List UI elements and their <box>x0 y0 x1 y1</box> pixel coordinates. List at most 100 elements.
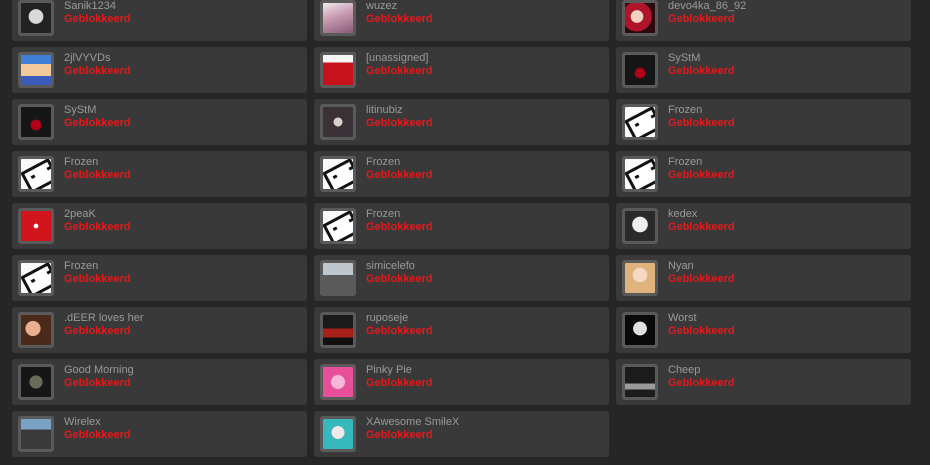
friend-card[interactable]: Frozen Geblokkeerd <box>616 99 911 145</box>
friend-name: Frozen <box>64 156 99 168</box>
friend-name: Cheep <box>668 364 701 376</box>
anime-girl-avatar <box>320 0 356 36</box>
friend-status: Geblokkeerd <box>366 429 433 441</box>
friend-card[interactable]: 2peaK Geblokkeerd <box>12 203 307 249</box>
friend-card[interactable]: wuzez Geblokkeerd <box>314 0 609 41</box>
friend-name: Pinky Pie <box>366 364 412 376</box>
skull-avatar <box>18 0 54 36</box>
friend-name: wuzez <box>366 0 398 12</box>
friend-name: devo4ka_86_92 <box>668 0 747 12</box>
friend-name: [unassigned] <box>366 52 429 64</box>
friend-name: XAwesome SmileX <box>366 416 460 428</box>
friend-status: Geblokkeerd <box>668 169 735 181</box>
couple-photo-avatar <box>18 312 54 348</box>
anime-avatar <box>622 260 658 296</box>
friend-card[interactable]: Frozen Geblokkeerd <box>314 203 609 249</box>
friend-card[interactable]: Frozen Geblokkeerd <box>12 255 307 301</box>
friend-card[interactable]: SyStM Geblokkeerd <box>12 99 307 145</box>
friend-name: ruposeje <box>366 312 409 324</box>
friend-name: Good Morning <box>64 364 134 376</box>
cube-face-avatar <box>18 156 54 192</box>
friend-status: Geblokkeerd <box>668 221 735 233</box>
friend-card[interactable]: simicelefo Geblokkeerd <box>314 255 609 301</box>
friend-name: litinubiz <box>366 104 403 116</box>
portrait-avatar <box>622 0 658 36</box>
hooded-figures-avatar <box>622 52 658 88</box>
friend-status: Geblokkeerd <box>64 169 131 181</box>
friend-status: Geblokkeerd <box>668 325 735 337</box>
friend-status: Geblokkeerd <box>64 377 131 389</box>
friend-name: Frozen <box>668 104 703 116</box>
friend-status: Geblokkeerd <box>64 273 131 285</box>
friend-name: .dEER loves her <box>64 312 144 324</box>
friend-name: SyStM <box>668 52 701 64</box>
friend-card[interactable]: [unassigned] Geblokkeerd <box>314 47 609 93</box>
friend-name: simicelefo <box>366 260 415 272</box>
friend-name: kedex <box>668 208 698 220</box>
friend-status: Geblokkeerd <box>668 117 735 129</box>
friend-card[interactable]: Wirelex Geblokkeerd <box>12 411 307 457</box>
friend-status: Geblokkeerd <box>366 169 433 181</box>
friend-status: Geblokkeerd <box>668 65 735 77</box>
cube-face-avatar <box>622 104 658 140</box>
friend-card[interactable]: ruposeje Geblokkeerd <box>314 307 609 353</box>
hooded-figures-avatar <box>18 104 54 140</box>
blocky-character-avatar <box>18 52 54 88</box>
friend-name: Sanik1234 <box>64 0 116 12</box>
friend-status: Geblokkeerd <box>64 13 131 25</box>
cube-face-avatar <box>622 156 658 192</box>
friend-card[interactable]: Sanik1234 Geblokkeerd <box>12 0 307 41</box>
pink-pony-avatar <box>320 364 356 400</box>
mw3-logo-avatar <box>622 364 658 400</box>
friend-card[interactable]: Frozen Geblokkeerd <box>616 151 911 197</box>
friend-status: Geblokkeerd <box>64 65 131 77</box>
friend-status: Geblokkeerd <box>366 221 433 233</box>
friend-card[interactable]: XAwesome SmileX Geblokkeerd <box>314 411 609 457</box>
friend-name: 2jlVYVDs <box>64 52 111 64</box>
friend-card[interactable]: Frozen Geblokkeerd <box>314 151 609 197</box>
friend-card[interactable]: litinubiz Geblokkeerd <box>314 99 609 145</box>
friend-name: Wirelex <box>64 416 101 428</box>
friend-card[interactable]: .dEER loves her Geblokkeerd <box>12 307 307 353</box>
soldier-avatar <box>18 364 54 400</box>
friend-card[interactable]: kedex Geblokkeerd <box>616 203 911 249</box>
cat-avatar <box>320 104 356 140</box>
friend-name: Frozen <box>64 260 99 272</box>
friend-status: Geblokkeerd <box>64 325 131 337</box>
friend-name: SyStM <box>64 104 97 116</box>
friend-name: Frozen <box>366 208 401 220</box>
friend-card[interactable]: Frozen Geblokkeerd <box>12 151 307 197</box>
friend-name: 2peaK <box>64 208 96 220</box>
friend-card[interactable]: Pinky Pie Geblokkeerd <box>314 359 609 405</box>
friend-status: Geblokkeerd <box>366 65 433 77</box>
friend-status: Geblokkeerd <box>668 377 735 389</box>
friend-card[interactable]: 2jlVYVDs Geblokkeerd <box>12 47 307 93</box>
friend-status: Geblokkeerd <box>64 429 131 441</box>
ghost-mask-avatar <box>622 312 658 348</box>
friend-status: Geblokkeerd <box>668 273 735 285</box>
friend-name: Frozen <box>366 156 401 168</box>
cube-face-avatar <box>18 260 54 296</box>
friend-card[interactable]: Worst Geblokkeerd <box>616 307 911 353</box>
anime-character-avatar <box>320 416 356 452</box>
cube-face-avatar <box>320 208 356 244</box>
blocked-friends-grid: Sanik1234 Geblokkeerd wuzez Geblokkeerd … <box>12 0 911 457</box>
friend-status: Geblokkeerd <box>366 273 433 285</box>
friend-name: Frozen <box>668 156 703 168</box>
friend-card[interactable]: SyStM Geblokkeerd <box>616 47 911 93</box>
joker-avatar <box>622 208 658 244</box>
friend-status: Geblokkeerd <box>366 325 433 337</box>
friend-status: Geblokkeerd <box>668 13 735 25</box>
friend-status: Geblokkeerd <box>64 221 131 233</box>
street-photo-avatar <box>320 260 356 296</box>
friend-card[interactable]: Cheep Geblokkeerd <box>616 359 911 405</box>
friend-status: Geblokkeerd <box>64 117 131 129</box>
friend-card[interactable]: Good Morning Geblokkeerd <box>12 359 307 405</box>
friend-card[interactable]: devo4ka_86_92 Geblokkeerd <box>616 0 911 41</box>
friend-card[interactable]: Nyan Geblokkeerd <box>616 255 911 301</box>
cube-face-avatar <box>320 156 356 192</box>
red-wolf-avatar <box>18 208 54 244</box>
friend-name: Nyan <box>668 260 694 272</box>
friend-status: Geblokkeerd <box>366 13 433 25</box>
friend-status: Geblokkeerd <box>366 377 433 389</box>
